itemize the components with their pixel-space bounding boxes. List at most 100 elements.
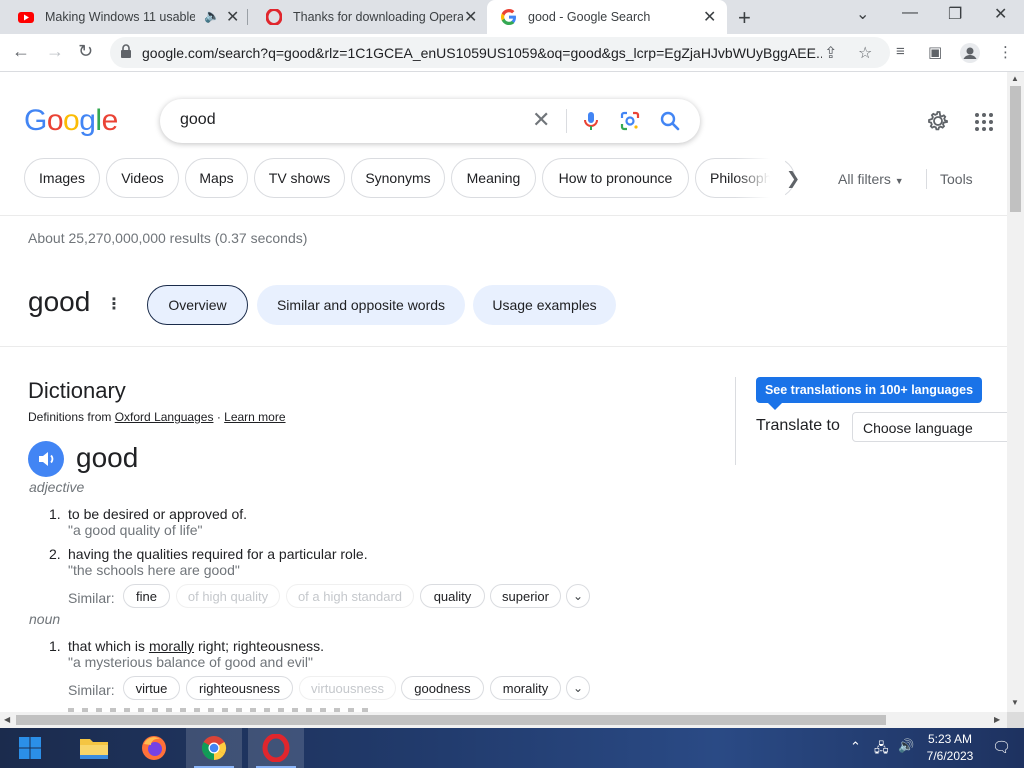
tab-search-icon[interactable]: ⌄: [856, 4, 869, 24]
folder-icon: [80, 739, 108, 759]
expand-synonyms-icon[interactable]: ⌄: [566, 676, 590, 700]
scrollbar-corner: [1007, 712, 1024, 728]
tab-opera[interactable]: Thanks for downloading Opera ✕: [248, 0, 486, 34]
network-icon[interactable]: 🖧: [874, 739, 889, 768]
chip-synonyms[interactable]: Synonyms: [351, 158, 445, 198]
search-input[interactable]: good: [180, 111, 216, 129]
close-tab-icon[interactable]: ✕: [226, 7, 239, 27]
search-icon[interactable]: [659, 110, 681, 132]
taskbar-opera[interactable]: [248, 728, 304, 768]
speaker-icon: [39, 452, 54, 466]
google-logo[interactable]: Google: [24, 104, 118, 138]
scroll-left-arrow-icon[interactable]: ◀: [4, 715, 10, 724]
more-options-icon[interactable]: ⋮: [106, 294, 122, 314]
system-clock[interactable]: 5:23 AM 7/6/2023: [918, 731, 982, 765]
tab-google[interactable]: good - Google Search ✕: [487, 0, 727, 34]
lock-icon[interactable]: [120, 44, 132, 58]
all-filters-label: All filters: [838, 171, 891, 187]
taskbar-file-explorer[interactable]: [66, 728, 122, 768]
oxford-languages-link[interactable]: Oxford Languages: [115, 410, 214, 424]
url-text[interactable]: google.com/search?q=good&rlz=1C1GCEA_enU…: [142, 45, 822, 61]
synonym-chip[interactable]: fine: [123, 584, 170, 608]
synonym-chip[interactable]: morality: [490, 676, 561, 700]
google-apps-icon[interactable]: [974, 112, 994, 132]
settings-gear-icon[interactable]: [926, 109, 950, 133]
opera-icon: [262, 734, 290, 762]
show-hidden-icons[interactable]: ⌃: [850, 739, 861, 768]
synonym-chip[interactable]: goodness: [401, 676, 484, 700]
profile-avatar-icon[interactable]: [960, 43, 980, 63]
vertical-scrollbar[interactable]: ▲ ▼: [1007, 72, 1024, 712]
synonym-chip[interactable]: virtuousness: [299, 676, 396, 700]
synonym-chip[interactable]: of high quality: [176, 584, 280, 608]
bookmark-star-icon[interactable]: ☆: [858, 43, 872, 63]
tab-title: Thanks for downloading Opera: [293, 10, 463, 24]
tab-usage-examples[interactable]: Usage examples: [473, 285, 616, 325]
notifications-icon[interactable]: 🗨: [992, 738, 1011, 768]
voice-search-icon[interactable]: [580, 110, 602, 132]
expand-synonyms-icon[interactable]: ⌄: [566, 584, 590, 608]
see-translations-button[interactable]: See translations in 100+ languages: [756, 377, 982, 403]
close-tab-icon[interactable]: ✕: [703, 7, 716, 27]
pronunciation-button[interactable]: [28, 441, 64, 477]
taskbar-firefox[interactable]: [126, 728, 182, 768]
synonym-chip[interactable]: superior: [490, 584, 561, 608]
synonym-chip[interactable]: quality: [420, 584, 485, 608]
chip-videos[interactable]: Videos: [106, 158, 179, 198]
share-icon[interactable]: ⇪: [824, 43, 837, 63]
youtube-icon: [18, 12, 34, 23]
scroll-right-arrow-icon[interactable]: ▶: [994, 715, 1000, 724]
forward-button[interactable]: →: [46, 41, 64, 62]
tools-button[interactable]: Tools: [940, 171, 973, 187]
synonym-chip[interactable]: of a high standard: [286, 584, 414, 608]
synonym-chip[interactable]: righteousness: [186, 676, 293, 700]
back-button[interactable]: ←: [12, 41, 30, 62]
horizontal-scrollbar[interactable]: ◀ ▶: [0, 712, 1007, 728]
chevron-right-icon[interactable]: ❯: [786, 169, 800, 189]
chip-how-to-pronounce[interactable]: How to pronounce: [542, 158, 689, 198]
tab-similar-opposite[interactable]: Similar and opposite words: [257, 285, 465, 325]
translate-to-label: Translate to: [756, 417, 840, 434]
clear-search-icon[interactable]: ✕: [532, 107, 550, 133]
scroll-up-arrow-icon[interactable]: ▲: [1011, 74, 1019, 83]
learn-more-link[interactable]: Learn more: [224, 410, 285, 424]
chip-images[interactable]: Images: [24, 158, 100, 198]
vertical-scroll-thumb[interactable]: [1010, 86, 1021, 212]
scroll-down-arrow-icon[interactable]: ▼: [1011, 698, 1019, 707]
sense-number: 1.: [49, 506, 61, 522]
more-menu-icon[interactable]: ⋮: [998, 43, 1013, 61]
new-tab-button[interactable]: +: [738, 5, 751, 31]
divider: [926, 169, 927, 189]
tab-overview[interactable]: Overview: [147, 285, 248, 325]
all-filters-button[interactable]: All filters ▼: [838, 171, 904, 187]
reading-list-icon[interactable]: ≡: [896, 43, 905, 60]
restore-button[interactable]: ❐: [948, 4, 962, 24]
language-select[interactable]: Choose language: [852, 412, 1007, 442]
chip-fade: [735, 158, 785, 198]
chip-maps[interactable]: Maps: [185, 158, 248, 198]
close-tab-icon[interactable]: ✕: [464, 7, 477, 27]
morally-link[interactable]: morally: [149, 638, 194, 654]
search-box[interactable]: good ✕: [160, 99, 700, 143]
similar-label: Similar:: [68, 590, 115, 606]
tab-youtube[interactable]: Making Windows 11 usable 🔈 ✕: [0, 0, 246, 34]
close-window-button[interactable]: ✕: [994, 4, 1007, 24]
horizontal-scroll-thumb[interactable]: [16, 715, 886, 725]
synonym-chip[interactable]: virtue: [123, 676, 180, 700]
mute-icon[interactable]: 🔈: [204, 8, 220, 24]
chip-meaning[interactable]: Meaning: [451, 158, 536, 198]
address-bar[interactable]: google.com/search?q=good&rlz=1C1GCEA_enU…: [110, 37, 890, 68]
reload-button[interactable]: ↻: [78, 41, 93, 62]
part-of-speech: noun: [29, 611, 61, 627]
lens-search-icon[interactable]: [619, 110, 641, 132]
minimize-button[interactable]: —: [902, 4, 918, 22]
side-panel-icon[interactable]: ▣: [928, 43, 942, 61]
chip-tv-shows[interactable]: TV shows: [254, 158, 345, 198]
volume-icon[interactable]: 🔊: [898, 738, 914, 768]
start-button[interactable]: [2, 728, 58, 768]
result-stats: About 25,270,000,000 results (0.37 secon…: [28, 230, 308, 246]
separator-dot: ·: [216, 410, 221, 424]
taskbar-chrome[interactable]: [186, 728, 242, 768]
definition-text-end: right; righteousness.: [194, 638, 325, 654]
browser-toolbar: ← → ↻ google.com/search?q=good&rlz=1C1GC…: [0, 34, 1024, 72]
